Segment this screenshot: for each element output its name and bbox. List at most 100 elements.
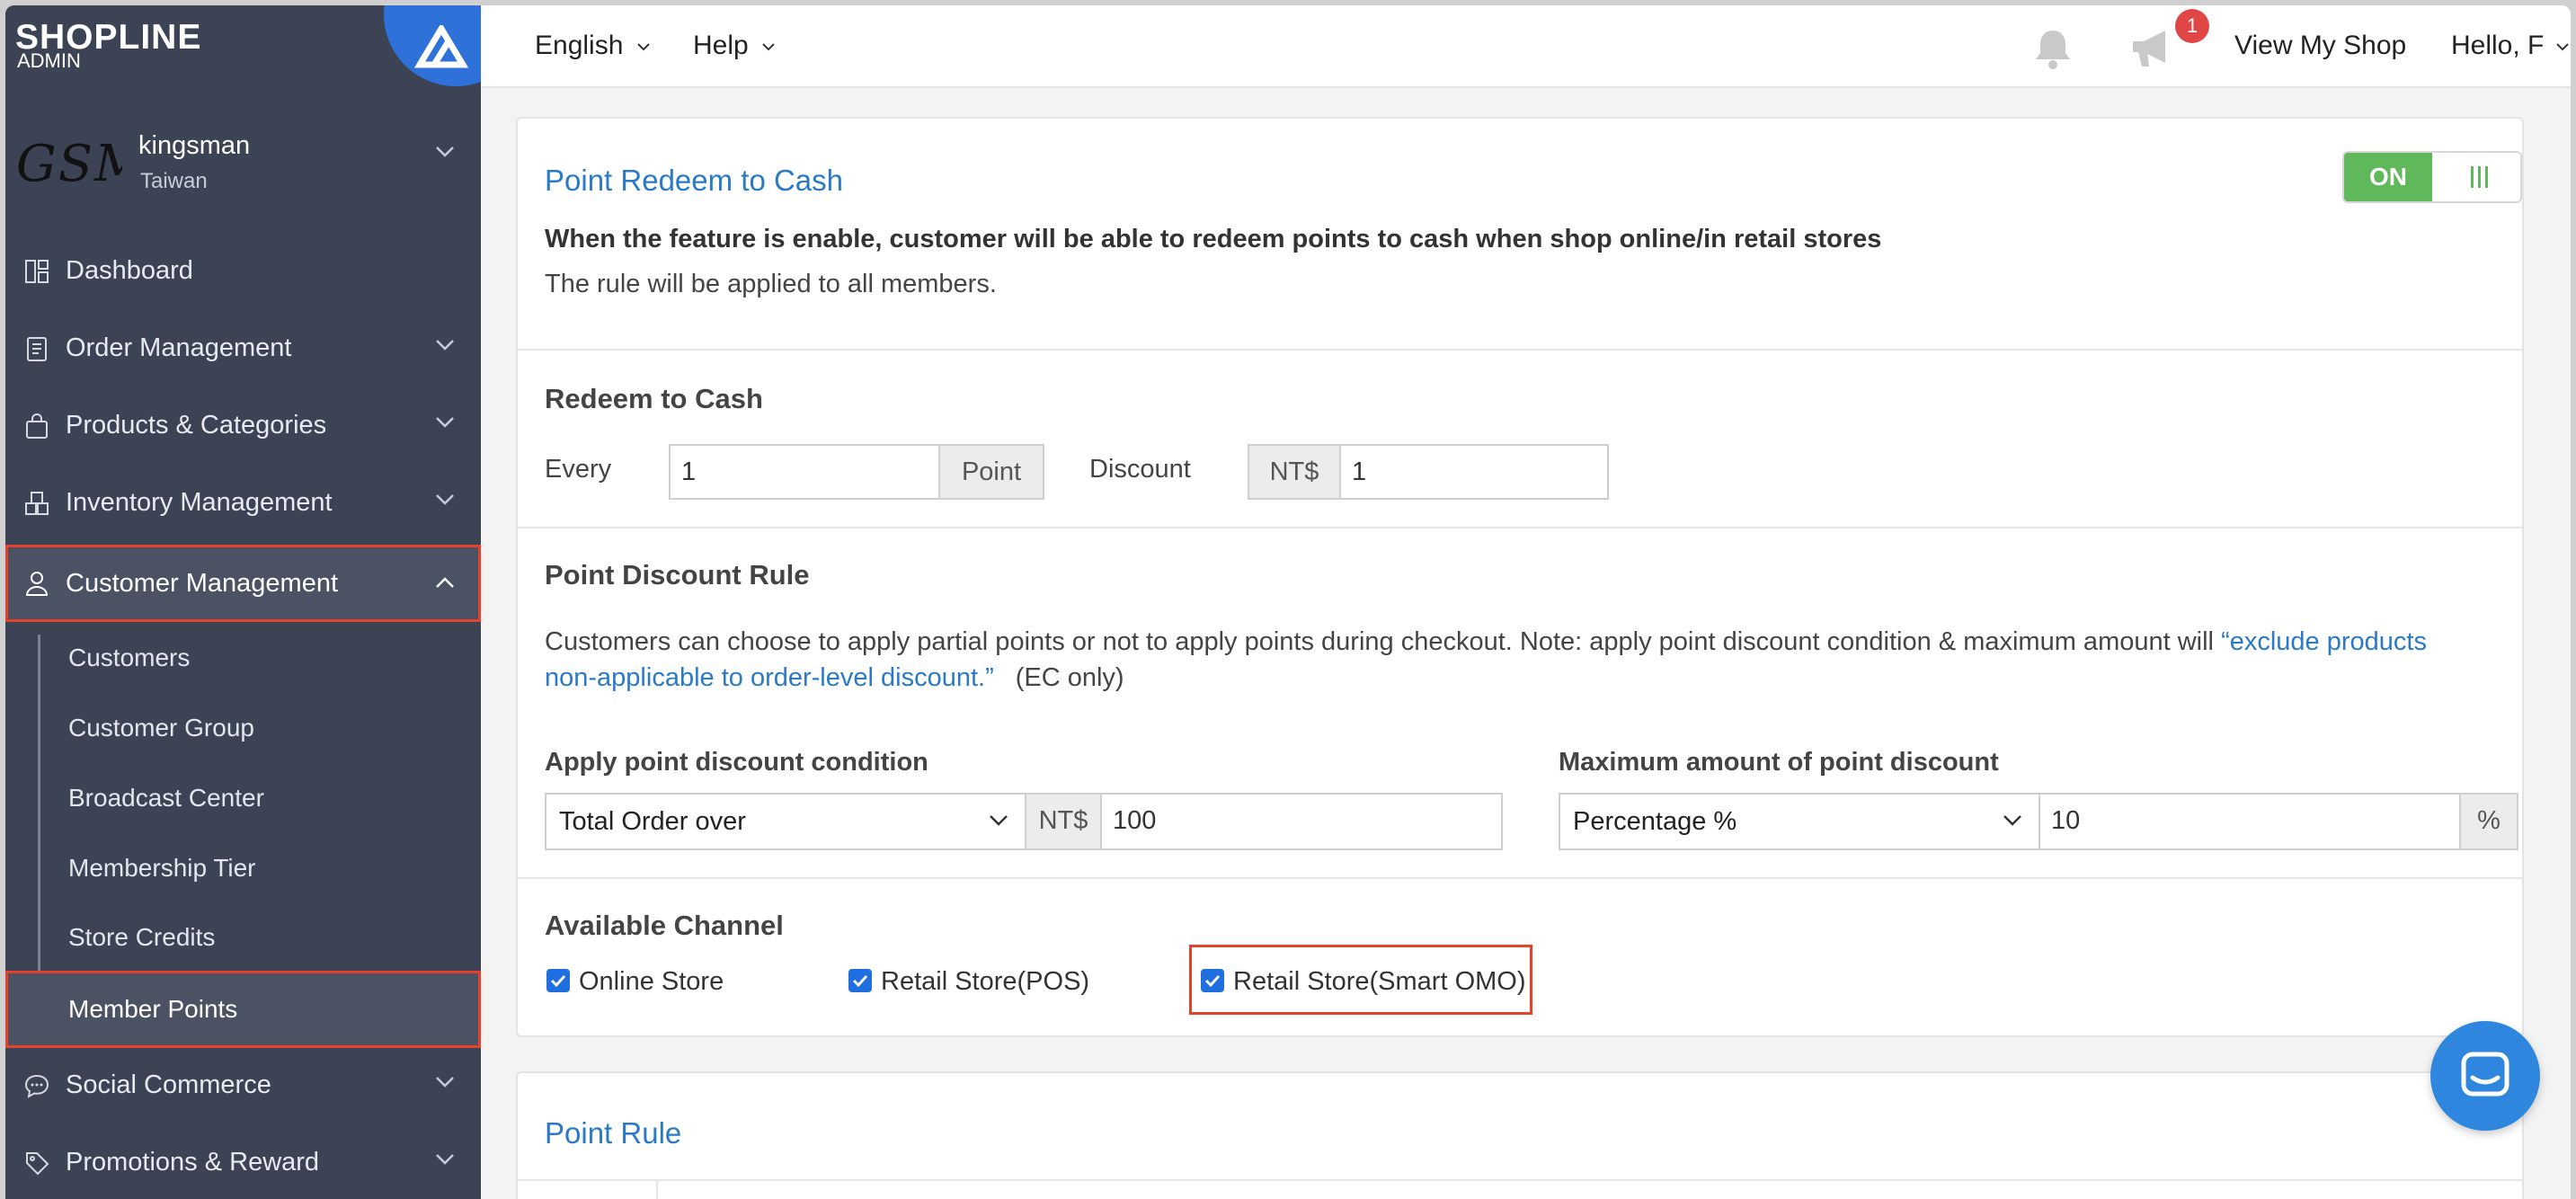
sidebar-subitem-customers[interactable]: Customers: [5, 626, 481, 690]
sidebar-subitem-customer-group[interactable]: Customer Group: [5, 696, 481, 760]
feature-description: When the feature is enable, customer wil…: [545, 225, 1882, 253]
chevron-down-icon: [2555, 43, 2569, 51]
point-rule-card: Point Rule: [516, 1071, 2524, 1199]
shop-region: Taiwan: [140, 169, 208, 193]
retail-pos-checkbox[interactable]: [848, 969, 872, 992]
sidebar-subitem-label: Customers: [68, 644, 191, 671]
sidebar-item-social-commerce[interactable]: Social Commerce: [5, 1049, 481, 1121]
user-menu[interactable]: Hello, F: [2451, 31, 2570, 61]
help-label: Help: [693, 31, 749, 60]
sidebar-item-customer-management[interactable]: Customer Management: [5, 545, 481, 622]
condition-select-value: Total Order over: [559, 807, 746, 836]
checkmark-icon: [550, 974, 566, 988]
chevron-down-icon: [637, 43, 650, 51]
user-greeting: Hello, F: [2451, 31, 2545, 60]
chevron-down-icon: [436, 1154, 454, 1165]
section-title-point-rule: Point Rule: [545, 1116, 682, 1150]
sidebar: SHOPLINE ADMIN GSM kingsman Taiwan Dashb…: [5, 5, 481, 1199]
divider: [656, 1179, 658, 1199]
online-store-checkbox[interactable]: [546, 969, 570, 992]
rule-description: The rule will be applied to all members.: [545, 270, 997, 298]
brand-sub: ADMIN: [17, 49, 81, 72]
sidebar-item-label: Customer Management: [66, 568, 339, 598]
rule-desc-link[interactable]: non-applicable to order-level discount.”: [545, 663, 994, 692]
language-label: English: [535, 31, 624, 60]
online-store-label: Online Store: [579, 967, 724, 996]
chevron-down-icon: [436, 494, 454, 505]
max-discount-value-input[interactable]: 10: [2039, 793, 2461, 850]
bell-icon[interactable]: [2032, 27, 2074, 70]
point-addon: Point: [938, 444, 1044, 500]
chat-bubble-icon: [24, 1074, 49, 1098]
condition-select[interactable]: Total Order over: [545, 793, 1026, 850]
sidebar-item-label: Promotions & Reward: [66, 1147, 320, 1177]
sidebar-subitem-broadcast-center[interactable]: Broadcast Center: [5, 766, 481, 830]
toggle-on-label: ON: [2344, 153, 2432, 201]
divider: [518, 349, 2522, 351]
rule-desc-suffix: (EC only): [1015, 663, 1124, 692]
discount-rule-description: Customers can choose to apply partial po…: [545, 624, 2495, 696]
max-select-value: Percentage %: [1573, 807, 1737, 836]
sidebar-item-label: Inventory Management: [66, 487, 333, 517]
discount-value-input[interactable]: 1: [1339, 444, 1609, 500]
currency-addon: NT$: [1248, 444, 1341, 500]
view-my-shop-link[interactable]: View My Shop: [2234, 31, 2406, 61]
toggle-handle-icon: [2471, 166, 2488, 188]
chevron-down-icon: [762, 43, 775, 51]
language-dropdown[interactable]: English: [535, 31, 651, 61]
sidebar-item-products[interactable]: Products & Categories: [5, 389, 481, 461]
divider: [518, 1179, 2522, 1181]
sidebar-subitem-store-credits[interactable]: Store Credits: [5, 905, 481, 970]
sidebar-item-label: Products & Categories: [66, 410, 327, 440]
chevron-up-icon: [436, 577, 454, 588]
sidebar-subitem-label: Store Credits: [68, 923, 216, 951]
shop-logo: GSM: [16, 135, 122, 193]
chat-launcher-button[interactable]: [2430, 1021, 2540, 1131]
every-label: Every: [545, 455, 612, 484]
logo-area: SHOPLINE ADMIN: [5, 5, 481, 86]
checkmark-icon: [852, 974, 868, 988]
divider: [518, 877, 2522, 879]
sidebar-item-inventory[interactable]: Inventory Management: [5, 466, 481, 538]
rule-desc-text: Customers can choose to apply partial po…: [545, 627, 2222, 656]
brand-mark-icon: [414, 25, 468, 68]
dashboard-icon: [25, 260, 49, 283]
max-discount-label: Maximum amount of point discount: [1559, 748, 1999, 777]
percent-addon: %: [2459, 793, 2518, 850]
retail-pos-label: Retail Store(POS): [881, 967, 1090, 996]
sidebar-subitem-member-points[interactable]: Member Points: [5, 971, 481, 1048]
help-dropdown[interactable]: Help: [693, 31, 776, 61]
sidebar-subitem-membership-tier[interactable]: Membership Tier: [5, 836, 481, 901]
point-discount-rule-title: Point Discount Rule: [545, 559, 810, 591]
megaphone-icon[interactable]: [2129, 27, 2178, 72]
every-points-input[interactable]: 1: [669, 444, 940, 500]
sidebar-item-label: Order Management: [66, 333, 292, 362]
rule-desc-link[interactable]: “exclude products: [2221, 627, 2427, 656]
chevron-down-icon: [436, 1077, 454, 1088]
section-title-redeem: Point Redeem to Cash: [545, 164, 844, 197]
redeem-to-cash-title: Redeem to Cash: [545, 383, 763, 414]
app-window: SHOPLINE ADMIN GSM kingsman Taiwan Dashb…: [5, 5, 2571, 1199]
point-redeem-card: Point Redeem to Cash ON When the feature…: [516, 117, 2524, 1037]
chevron-down-icon: [990, 815, 1008, 826]
sidebar-subitem-label: Membership Tier: [68, 854, 256, 882]
condition-value-input[interactable]: 100: [1100, 793, 1503, 850]
notification-badge: 1: [2175, 9, 2209, 43]
discount-label: Discount: [1089, 455, 1191, 484]
sidebar-subitem-label: Member Points: [68, 995, 238, 1023]
sidebar-item-label: Social Commerce: [66, 1070, 271, 1099]
feature-toggle[interactable]: ON: [2342, 151, 2522, 203]
chat-icon: [2461, 1052, 2509, 1097]
chevron-down-icon: [436, 417, 454, 428]
sidebar-item-order-management[interactable]: Order Management: [5, 312, 481, 384]
sidebar-item-dashboard[interactable]: Dashboard: [5, 235, 481, 306]
tag-icon: [26, 1152, 49, 1176]
sidebar-item-promotions[interactable]: Promotions & Reward: [5, 1126, 481, 1198]
shop-name: kingsman: [138, 131, 251, 160]
shop-switcher[interactable]: GSM kingsman Taiwan: [5, 113, 481, 212]
max-discount-select[interactable]: Percentage %: [1559, 793, 2040, 850]
condition-label: Apply point discount condition: [545, 748, 928, 777]
sidebar-subitem-label: Customer Group: [68, 714, 254, 742]
chevron-down-icon: [436, 147, 454, 157]
highlight-box: [1189, 945, 1532, 1015]
